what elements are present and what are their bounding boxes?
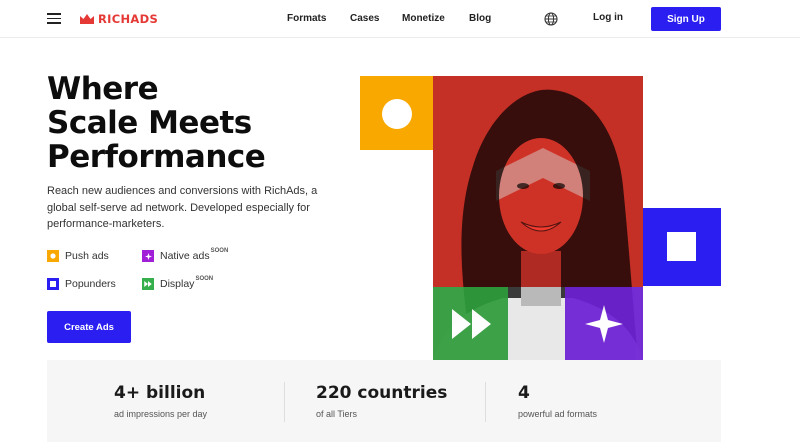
format-native-ads: Native ads SOON — [142, 248, 228, 262]
format-label: Push ads — [65, 250, 109, 262]
native-ads-icon — [142, 250, 154, 262]
push-ads-icon — [47, 250, 59, 262]
popunders-icon — [47, 278, 59, 290]
globe-icon[interactable] — [544, 12, 558, 26]
stat-value: 4 — [518, 383, 530, 403]
soon-badge: SOON — [210, 248, 229, 254]
stat-value: 220 countries — [316, 383, 448, 403]
blue-tile — [643, 208, 721, 286]
format-popunders: Popunders — [47, 278, 116, 290]
headline-line-2: Scale Meets — [47, 105, 252, 141]
display-icon — [142, 278, 154, 290]
headline-line-1: Where — [47, 71, 159, 107]
nav-item-cases[interactable]: Cases — [350, 12, 379, 26]
format-label: Display — [160, 278, 195, 290]
stat-label: ad impressions per day — [114, 409, 208, 419]
crown-icon — [80, 14, 94, 24]
purple-tile — [565, 287, 643, 360]
soon-badge: SOON — [195, 276, 214, 282]
nav-item-blog[interactable]: Blog — [469, 12, 491, 26]
format-label: Popunders — [65, 278, 116, 290]
headline-line-3: Performance — [47, 139, 266, 175]
richads-logo[interactable]: RICHADS — [80, 12, 158, 26]
stat-label: of all Tiers — [316, 409, 358, 419]
hero-description: Reach new audiences and conversions with… — [47, 185, 318, 230]
red-overlay — [433, 76, 643, 287]
hamburger-menu-icon[interactable] — [47, 13, 61, 24]
stat-divider — [284, 382, 285, 422]
format-label: Native ads — [160, 250, 210, 262]
signup-button[interactable]: Sign Up — [651, 7, 721, 31]
stat-value: 4+ billion — [114, 383, 206, 403]
hero-headline: Where Scale Meets Performance — [47, 72, 347, 174]
sparkle-icon — [585, 305, 623, 343]
stats-bar: 4+ billion ad impressions per day 220 co… — [47, 360, 721, 442]
login-link[interactable]: Log in — [593, 11, 623, 25]
green-tile — [433, 287, 508, 360]
stat-label: powerful ad formats — [518, 409, 598, 419]
create-ads-button[interactable]: Create Ads — [47, 311, 131, 343]
site-header: RICHADS Formats Cases Monetize Blog Log … — [0, 0, 800, 38]
logo-text: RICHADS — [98, 12, 159, 26]
nav-item-formats[interactable]: Formats — [287, 12, 326, 26]
circle-icon — [382, 99, 412, 129]
format-push-ads: Push ads — [47, 250, 109, 262]
nav-item-monetize[interactable]: Monetize — [402, 12, 445, 26]
hero-graphic — [360, 76, 721, 360]
fast-forward-icon — [452, 309, 491, 339]
arrow-up-shape — [496, 148, 590, 201]
yellow-tile — [360, 76, 433, 150]
square-icon — [667, 232, 696, 261]
format-display: Display SOON — [142, 276, 213, 290]
stat-divider — [485, 382, 486, 422]
